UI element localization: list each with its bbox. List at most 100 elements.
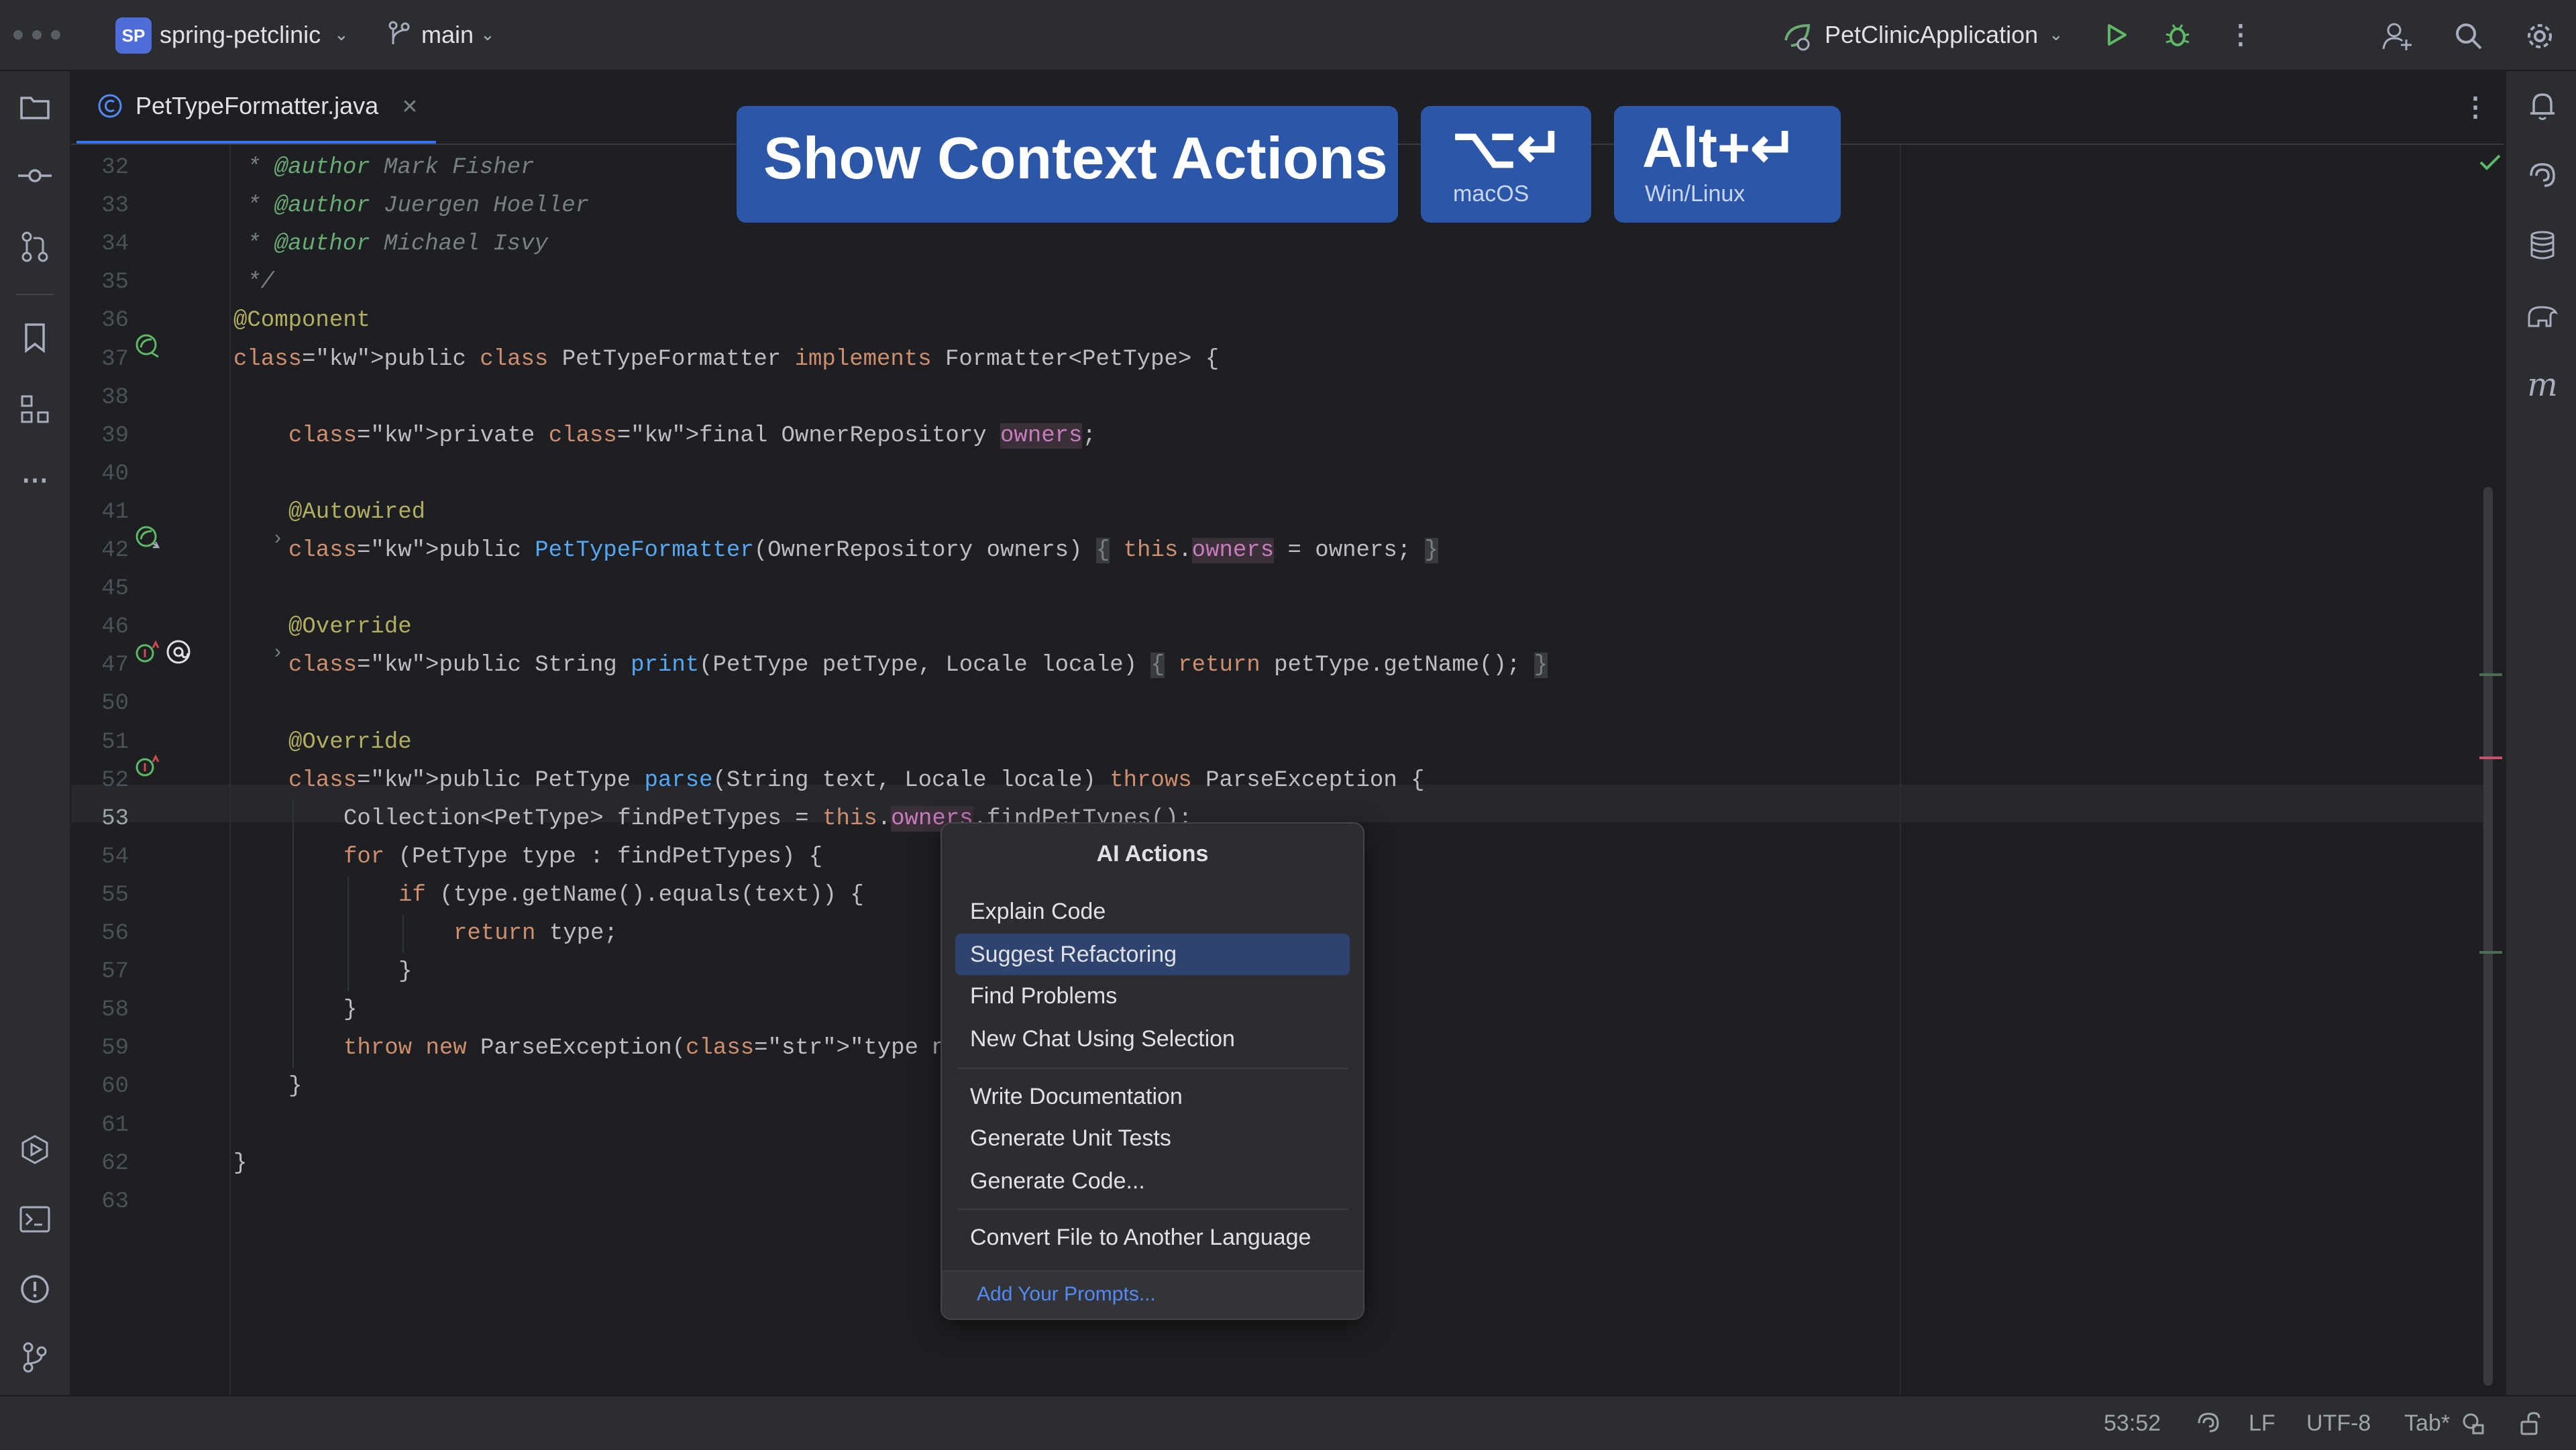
chevron-down-icon[interactable]: ⌄ xyxy=(2049,24,2063,45)
line-number[interactable]: 40 xyxy=(71,455,129,494)
line-number[interactable]: 39 xyxy=(71,417,129,455)
line-number[interactable]: 37 xyxy=(71,341,129,379)
notifications-bell-icon[interactable] xyxy=(2525,89,2560,123)
code-line[interactable]: @Override xyxy=(288,724,412,762)
bookmarks-icon[interactable] xyxy=(17,321,52,355)
menu-item-convert-file[interactable]: Convert File to Another Language xyxy=(955,1217,1350,1258)
project-name[interactable]: spring-petclinic xyxy=(160,0,321,70)
code-line[interactable]: class="kw">public PetTypeFormatter(Owner… xyxy=(288,532,1438,570)
run-icon[interactable] xyxy=(2100,19,2132,51)
code-line[interactable]: } xyxy=(343,991,357,1029)
branch-name[interactable]: main xyxy=(421,0,474,70)
line-number[interactable]: 56 xyxy=(71,915,129,953)
line-number[interactable]: 35 xyxy=(71,264,129,302)
line-number[interactable]: 38 xyxy=(71,379,129,417)
code-line[interactable]: @Component xyxy=(233,302,370,340)
line-number[interactable]: 57 xyxy=(71,953,129,991)
spring-bean-gutter-icon[interactable] xyxy=(133,331,162,361)
line-number[interactable]: 33 xyxy=(71,187,129,225)
spring-autowired-gutter-icon[interactable] xyxy=(133,523,162,553)
code-line[interactable]: class="kw">public PetType parse(String t… xyxy=(288,762,1425,800)
ai-assistant-icon[interactable] xyxy=(2525,158,2560,193)
menu-item-suggest-refactoring[interactable]: Suggest Refactoring xyxy=(955,934,1350,975)
add-prompts-link[interactable]: Add Your Prompts... xyxy=(977,1272,1156,1317)
menu-item-new-chat[interactable]: New Chat Using Selection xyxy=(955,1018,1350,1060)
implements-method-gutter-icon[interactable] xyxy=(133,637,162,667)
indent-setting[interactable]: Tab* xyxy=(2404,1396,2450,1450)
problems-icon[interactable] xyxy=(17,1272,52,1306)
line-number[interactable]: 60 xyxy=(71,1068,129,1106)
project-badge[interactable]: SP xyxy=(115,17,152,54)
line-number[interactable]: 51 xyxy=(71,724,129,762)
line-number[interactable]: 55 xyxy=(71,877,129,915)
line-number[interactable]: 34 xyxy=(71,225,129,264)
line-number[interactable]: 50 xyxy=(71,685,129,723)
gradle-elephant-icon[interactable] xyxy=(2525,298,2560,333)
fold-expand-chevron-icon[interactable]: › xyxy=(268,640,287,663)
line-separator[interactable]: LF xyxy=(2249,1396,2275,1450)
at-annotation-gutter-icon[interactable] xyxy=(164,637,193,667)
code-line[interactable]: for (PetType type : findPetTypes) { xyxy=(343,838,822,877)
implements-method-gutter-icon[interactable] xyxy=(133,751,162,781)
inspections-ok-check-icon[interactable] xyxy=(2477,149,2504,176)
line-number[interactable]: 62 xyxy=(71,1145,129,1183)
menu-item-generate-unit-tests[interactable]: Generate Unit Tests xyxy=(955,1117,1350,1159)
services-run-icon[interactable] xyxy=(17,1132,52,1167)
line-number[interactable]: 52 xyxy=(71,762,129,800)
line-number[interactable]: 61 xyxy=(71,1107,129,1145)
maven-icon[interactable]: m xyxy=(2525,366,2560,404)
line-number[interactable]: 58 xyxy=(71,991,129,1029)
terminal-icon[interactable] xyxy=(17,1202,52,1237)
structure-icon[interactable] xyxy=(17,392,52,427)
more-vertical-icon[interactable]: ⋮ xyxy=(2224,19,2257,51)
menu-item-find-problems[interactable]: Find Problems xyxy=(955,975,1350,1017)
line-number[interactable]: 63 xyxy=(71,1183,129,1221)
editorconfig-icon[interactable] xyxy=(2459,1410,2486,1437)
line-number[interactable]: 59 xyxy=(71,1029,129,1068)
code-line[interactable]: @Override xyxy=(288,608,412,647)
add-user-icon[interactable] xyxy=(2380,19,2415,54)
close-tab-icon[interactable]: ✕ xyxy=(398,95,421,118)
menu-item-write-documentation[interactable]: Write Documentation xyxy=(955,1076,1350,1117)
database-icon[interactable] xyxy=(2525,228,2560,263)
code-line[interactable]: class="kw">private class="kw">final Owne… xyxy=(288,417,1096,455)
run-config-name[interactable]: PetClinicApplication xyxy=(1825,0,2038,70)
pull-requests-icon[interactable] xyxy=(17,229,52,264)
line-number[interactable]: 46 xyxy=(71,608,129,647)
debug-icon[interactable] xyxy=(2161,19,2194,51)
read-only-lock-icon[interactable] xyxy=(2517,1410,2544,1437)
settings-gear-icon[interactable] xyxy=(2522,19,2557,54)
tab-options-icon[interactable]: ⋮ xyxy=(2459,91,2491,123)
line-number[interactable]: 41 xyxy=(71,494,129,532)
code-line[interactable]: } xyxy=(288,1068,302,1106)
code-line[interactable]: } xyxy=(398,953,412,991)
more-tools-icon[interactable]: ⋯ xyxy=(17,463,52,498)
commit-icon[interactable] xyxy=(17,158,52,193)
code-line[interactable]: if (type.getName().equals(text)) { xyxy=(398,877,864,915)
code-line[interactable]: * @author Juergen Hoeller xyxy=(247,187,589,225)
line-number[interactable]: 54 xyxy=(71,838,129,877)
project-folder-icon[interactable] xyxy=(17,90,52,125)
chevron-down-icon[interactable]: ⌄ xyxy=(334,24,349,45)
line-number[interactable]: 45 xyxy=(71,570,129,608)
code-line[interactable]: @Autowired xyxy=(288,494,425,532)
line-number[interactable]: 53 xyxy=(71,800,129,838)
code-line[interactable]: * @author Mark Fisher xyxy=(247,149,534,187)
line-number[interactable]: 32 xyxy=(71,149,129,187)
code-line[interactable]: */ xyxy=(247,264,274,302)
editor-tab[interactable]: PetTypeFormatter.java ✕ xyxy=(76,71,436,144)
window-controls[interactable] xyxy=(13,30,70,43)
code-line[interactable]: return type; xyxy=(453,915,618,953)
file-encoding[interactable]: UTF-8 xyxy=(2306,1396,2371,1450)
menu-item-generate-code[interactable]: Generate Code... xyxy=(955,1160,1350,1202)
git-icon[interactable] xyxy=(17,1340,52,1375)
chevron-down-icon[interactable]: ⌄ xyxy=(480,24,495,45)
code-line[interactable]: class="kw">public class PetTypeFormatter… xyxy=(233,341,1219,379)
caret-position[interactable]: 53:52 xyxy=(2104,1396,2161,1450)
code-line[interactable]: * @author Michael Isvy xyxy=(247,225,548,264)
code-line[interactable]: class="kw">public String print(PetType p… xyxy=(288,647,1548,685)
line-number[interactable]: 36 xyxy=(71,302,129,340)
line-number[interactable]: 42 xyxy=(71,532,129,570)
vertical-scrollbar[interactable] xyxy=(2483,487,2493,1386)
ai-status-icon[interactable] xyxy=(2194,1408,2223,1438)
